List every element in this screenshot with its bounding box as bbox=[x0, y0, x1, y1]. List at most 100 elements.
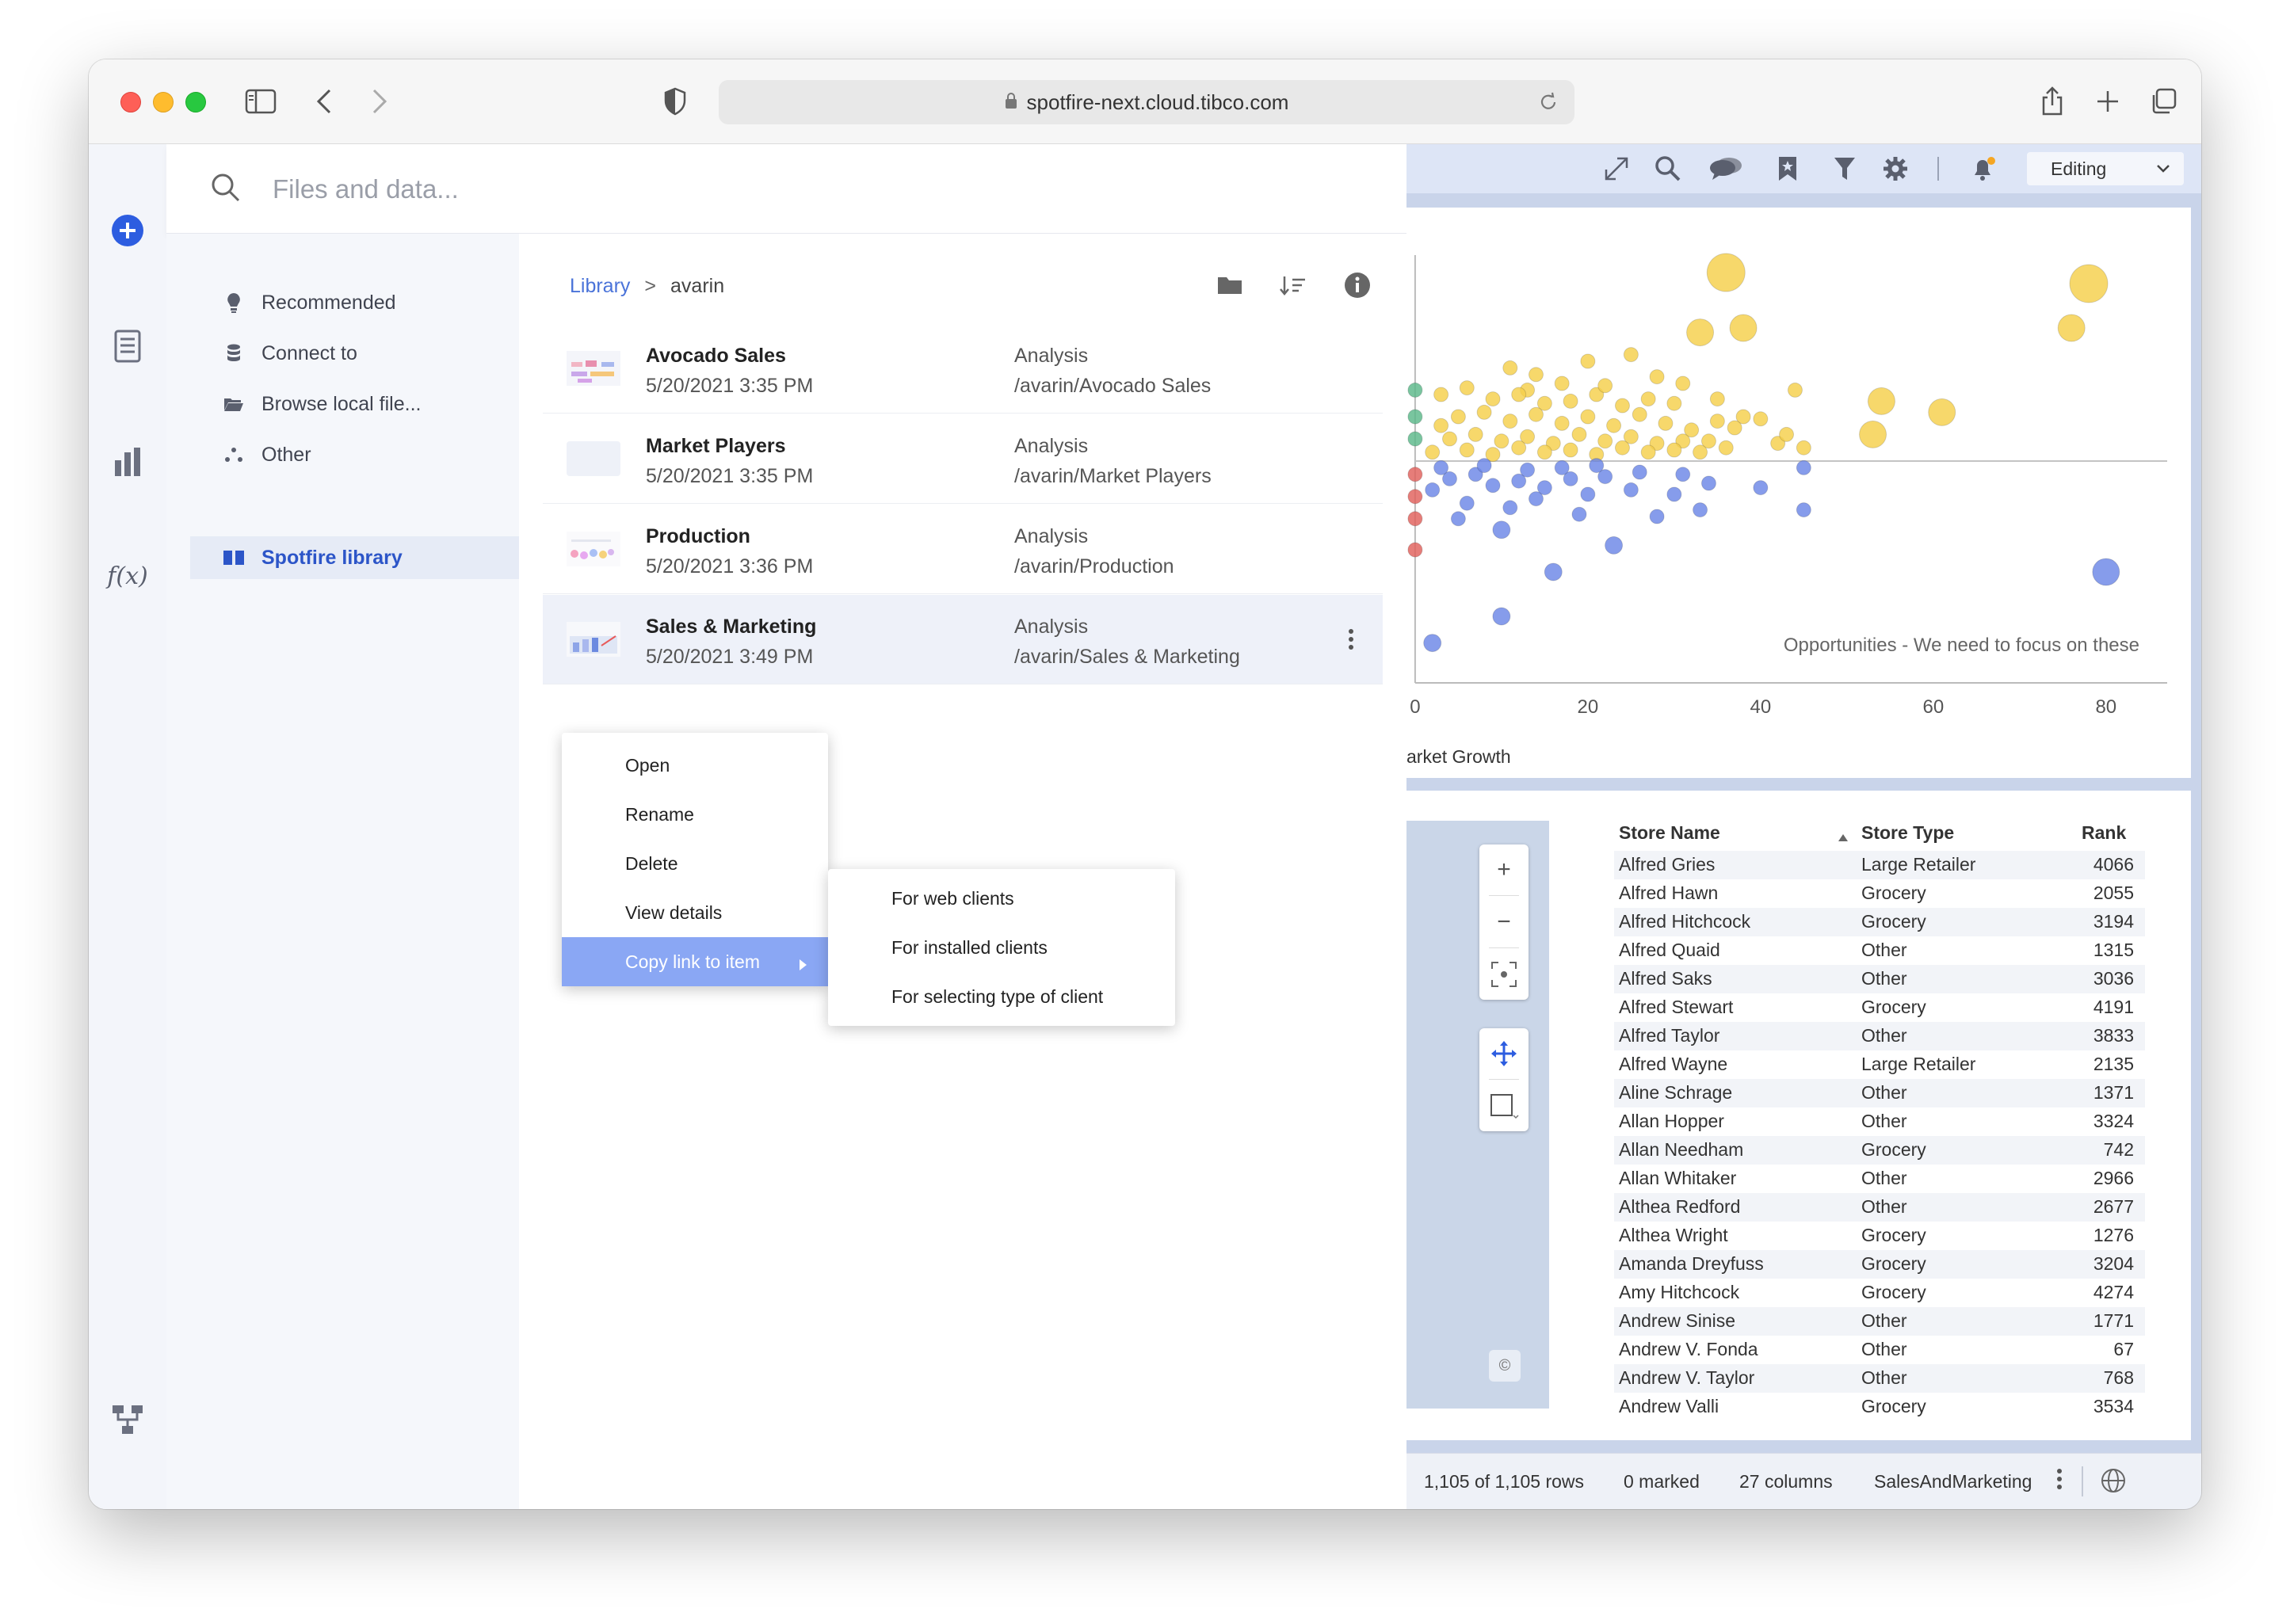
table-row[interactable]: Aline Schrage Other 1371 bbox=[1614, 1079, 2145, 1107]
scatter-point[interactable] bbox=[1554, 415, 1570, 431]
zoom-in-button[interactable]: + bbox=[1479, 844, 1529, 895]
table-row[interactable]: Alfred Wayne Large Retailer 2135 bbox=[1614, 1050, 2145, 1079]
scatter-point[interactable] bbox=[1441, 431, 1457, 447]
scatter-point[interactable] bbox=[1700, 475, 1716, 491]
submenu-item-web-clients[interactable]: For web clients bbox=[828, 874, 1175, 923]
scatter-point[interactable] bbox=[1536, 444, 1552, 460]
more-options-icon[interactable] bbox=[1335, 623, 1367, 655]
scatter-point[interactable] bbox=[1502, 414, 1518, 429]
scatter-point[interactable] bbox=[1407, 489, 1423, 505]
scatter-point[interactable] bbox=[1502, 500, 1518, 516]
scatter-point[interactable] bbox=[1407, 467, 1423, 482]
scatter-point[interactable] bbox=[2057, 314, 2086, 342]
zoom-window-button[interactable] bbox=[185, 92, 206, 112]
scatter-point[interactable] bbox=[1666, 486, 1682, 502]
scatter-point[interactable] bbox=[1649, 369, 1665, 385]
table-row[interactable]: Allan Needham Grocery 742 bbox=[1614, 1136, 2145, 1165]
scatter-point[interactable] bbox=[1528, 367, 1544, 383]
scatter-point[interactable] bbox=[1753, 480, 1769, 496]
function-icon[interactable]: f(x) bbox=[107, 556, 147, 596]
info-icon[interactable] bbox=[1338, 265, 1377, 305]
bookmark-icon[interactable] bbox=[1769, 151, 1806, 187]
scatter-point[interactable] bbox=[1675, 376, 1691, 391]
scatter-point[interactable] bbox=[1706, 253, 1746, 292]
search-icon[interactable] bbox=[1650, 151, 1686, 187]
nav-item-spotfire-library[interactable]: Spotfire library bbox=[190, 536, 519, 579]
file-row[interactable]: Market Players 5/20/2021 3:35 PM Analysi… bbox=[543, 414, 1383, 504]
nav-item-browse-local-file[interactable]: Browse local file... bbox=[190, 383, 519, 425]
scatter-point[interactable] bbox=[1686, 318, 1715, 347]
scatter-point[interactable] bbox=[1718, 440, 1734, 456]
scatter-point[interactable] bbox=[1407, 511, 1423, 527]
table-row[interactable]: Amanda Dreyfuss Grocery 3204 bbox=[1614, 1250, 2145, 1279]
scatter-point[interactable] bbox=[1606, 417, 1622, 433]
scatter-point[interactable] bbox=[1554, 376, 1570, 391]
column-header-store-type[interactable]: Store Type bbox=[1861, 822, 1954, 851]
visualizations-icon[interactable] bbox=[108, 442, 147, 482]
table-row[interactable]: Althea Wright Grocery 1276 bbox=[1614, 1222, 2145, 1250]
back-icon[interactable] bbox=[304, 82, 344, 121]
table-row[interactable]: Alfred Quaid Other 1315 bbox=[1614, 936, 2145, 965]
scatter-point[interactable] bbox=[1459, 380, 1475, 396]
map-attribution-button[interactable]: © bbox=[1489, 1350, 1521, 1382]
scatter-point[interactable] bbox=[1433, 459, 1449, 475]
scatter-point[interactable] bbox=[1476, 458, 1492, 474]
scatter-point[interactable] bbox=[1580, 353, 1596, 369]
sidebar-toggle-icon[interactable] bbox=[241, 82, 281, 121]
file-row-selected[interactable]: Sales & Marketing 5/20/2021 3:49 PM Anal… bbox=[543, 595, 1383, 684]
column-header-store-name[interactable]: Store Name bbox=[1619, 822, 1720, 851]
tab-overview-icon[interactable] bbox=[2143, 82, 2183, 121]
scatter-point[interactable] bbox=[1511, 387, 1527, 402]
scatter-point[interactable] bbox=[1571, 426, 1587, 442]
scatter-point[interactable] bbox=[1433, 417, 1449, 433]
zoom-out-button[interactable]: − bbox=[1479, 897, 1529, 947]
scatter-point[interactable] bbox=[1425, 482, 1441, 497]
scatter-point[interactable] bbox=[1632, 464, 1647, 480]
rectangle-select-icon[interactable] bbox=[1479, 1081, 1529, 1131]
scatter-point[interactable] bbox=[1928, 398, 1956, 426]
table-row[interactable]: Andrew V. Fonda Other 67 bbox=[1614, 1336, 2145, 1364]
menu-item-rename[interactable]: Rename bbox=[562, 790, 828, 839]
forward-icon[interactable] bbox=[360, 82, 399, 121]
scatter-point[interactable] bbox=[1423, 634, 1442, 653]
scatter-point[interactable] bbox=[1729, 314, 1758, 342]
table-row[interactable]: Andrew Sinise Other 1771 bbox=[1614, 1307, 2145, 1336]
menu-item-view-details[interactable]: View details bbox=[562, 888, 828, 937]
scatter-point[interactable] bbox=[1675, 467, 1691, 482]
globe-icon[interactable] bbox=[2101, 1468, 2126, 1498]
scatter-point[interactable] bbox=[1614, 398, 1630, 414]
scatter-point[interactable] bbox=[1859, 420, 1887, 448]
submenu-item-select-client-type[interactable]: For selecting type of client bbox=[828, 972, 1175, 1021]
scatter-point[interactable] bbox=[1580, 409, 1596, 425]
scatter-point[interactable] bbox=[1658, 415, 1674, 431]
zoom-to-fit-icon[interactable] bbox=[1479, 949, 1529, 1000]
scatter-point[interactable] bbox=[1753, 411, 1769, 427]
scatter-point[interactable] bbox=[1727, 420, 1742, 436]
scatter-point[interactable] bbox=[1640, 391, 1656, 407]
table-row[interactable]: Alfred Stewart Grocery 4191 bbox=[1614, 993, 2145, 1022]
scatter-point[interactable] bbox=[1666, 442, 1682, 458]
scatter-point[interactable] bbox=[1709, 391, 1725, 407]
sort-ascending-icon[interactable] bbox=[1838, 825, 1850, 854]
scatter-point[interactable] bbox=[1571, 506, 1587, 522]
scatter-point[interactable] bbox=[1640, 444, 1656, 460]
new-folder-icon[interactable] bbox=[1210, 265, 1250, 305]
table-row[interactable]: Althea Redford Other 2677 bbox=[1614, 1193, 2145, 1222]
table-row[interactable]: Andrew V. Taylor Other 768 bbox=[1614, 1364, 2145, 1393]
scatter-point[interactable] bbox=[1407, 409, 1423, 425]
add-data-icon[interactable] bbox=[108, 211, 147, 250]
scatter-point[interactable] bbox=[1563, 442, 1578, 458]
scatter-point[interactable] bbox=[1492, 520, 1511, 539]
minimize-window-button[interactable] bbox=[153, 92, 174, 112]
scatter-point[interactable] bbox=[1867, 387, 1895, 415]
nav-item-connect-to[interactable]: Connect to bbox=[190, 332, 519, 375]
scatter-point[interactable] bbox=[1433, 387, 1449, 402]
scatter-point[interactable] bbox=[1605, 536, 1624, 555]
breadcrumb-library-link[interactable]: Library bbox=[570, 275, 630, 298]
scatter-point[interactable] bbox=[1709, 414, 1725, 429]
menu-item-copy-link[interactable]: Copy link to item bbox=[562, 937, 828, 986]
scatter-point[interactable] bbox=[1623, 347, 1639, 363]
scatter-point[interactable] bbox=[1485, 478, 1501, 494]
table-row[interactable]: Allan Hopper Other 3324 bbox=[1614, 1107, 2145, 1136]
scatter-point[interactable] bbox=[1779, 426, 1795, 442]
